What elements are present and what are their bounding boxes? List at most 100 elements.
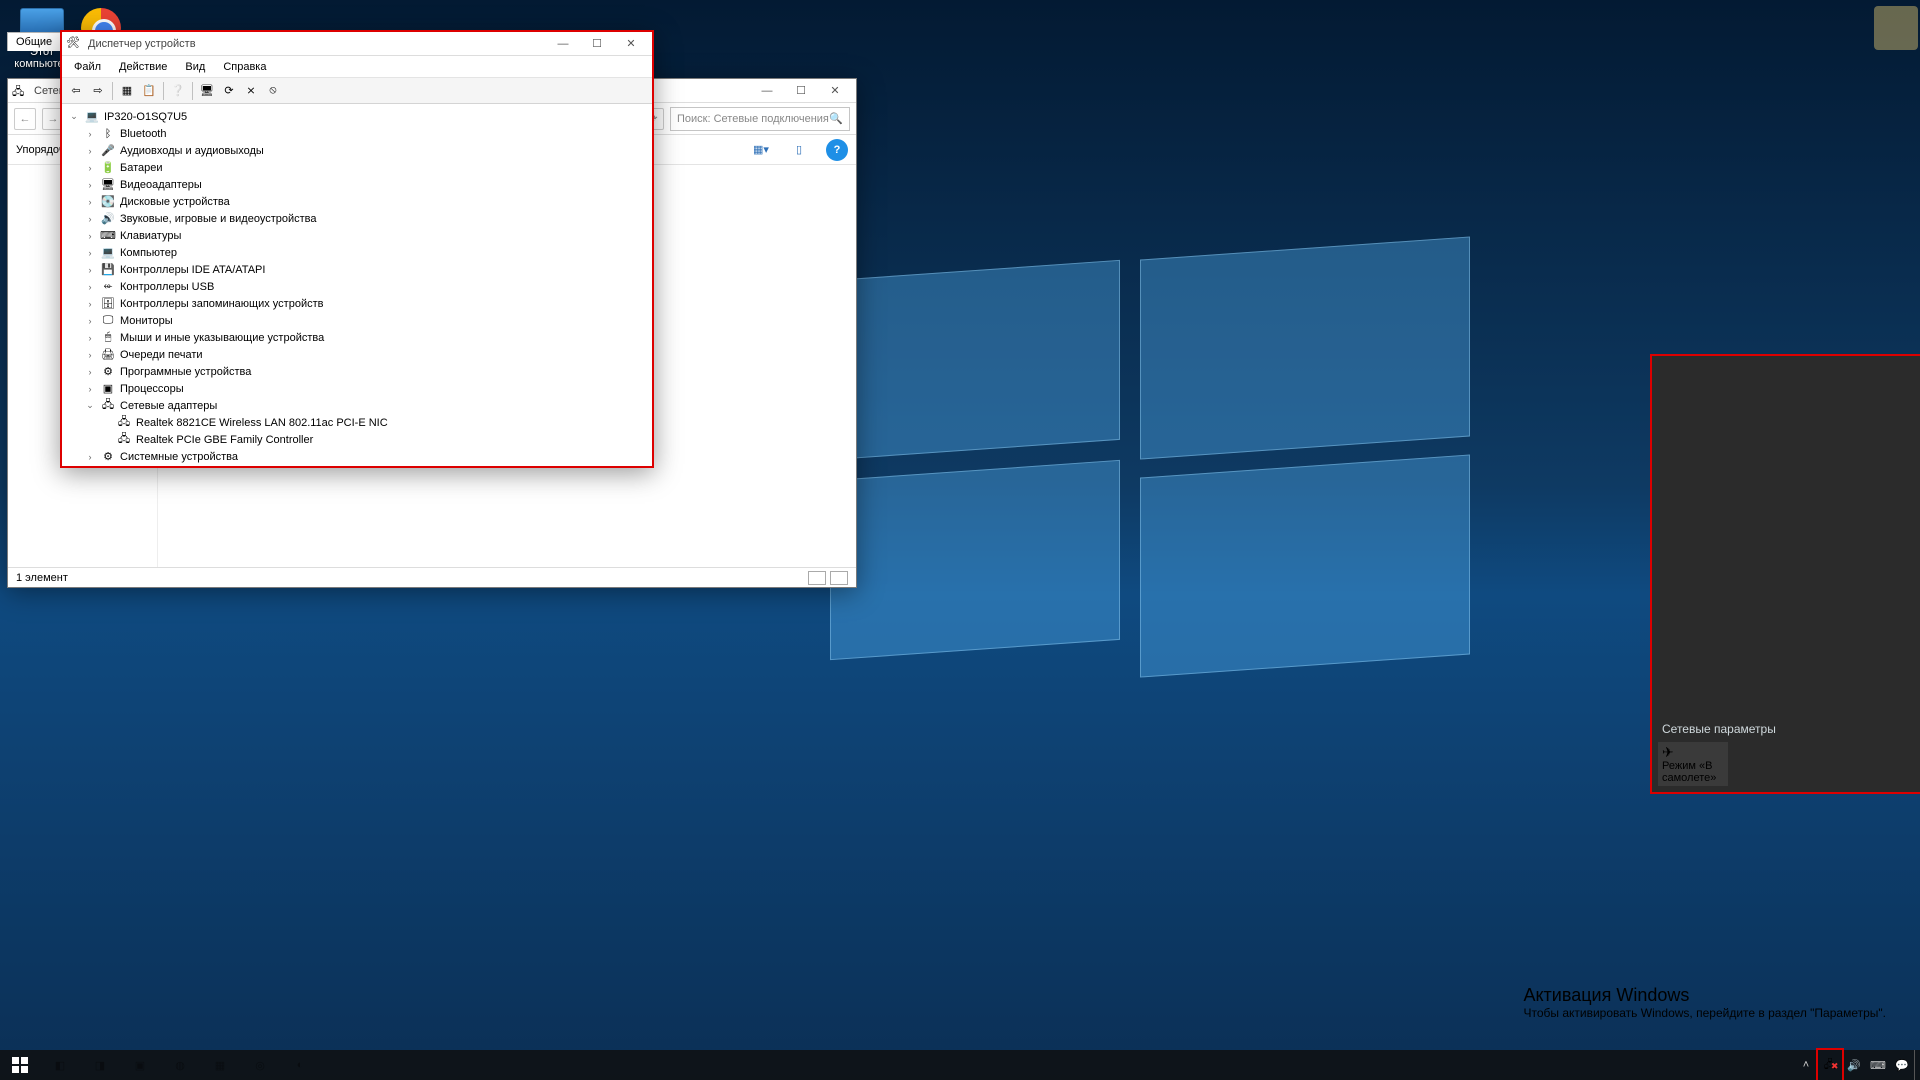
- expand-toggle-icon[interactable]: ⌄: [68, 111, 80, 122]
- view-options-button[interactable]: ▦▾: [750, 139, 772, 161]
- device-manager-window[interactable]: 🛠 Диспетчер устройств — ☐ ✕ ФайлДействие…: [60, 30, 654, 468]
- help-button[interactable]: ?: [826, 139, 848, 161]
- tree-node[interactable]: ⌄💻IP320-O1SQ7U5: [68, 108, 652, 125]
- tree-node[interactable]: ⌄🖧Сетевые адаптеры: [68, 397, 652, 414]
- expand-toggle-icon[interactable]: ›: [84, 384, 96, 394]
- tree-node[interactable]: ›🎤Аудиовходы и аудиовыходы: [68, 142, 652, 159]
- minimize-button[interactable]: —: [750, 80, 784, 102]
- tray-action-center-icon[interactable]: 💬: [1890, 1050, 1914, 1080]
- device-tree[interactable]: ⌄💻IP320-O1SQ7U5›ᛒBluetooth›🎤Аудиовходы и…: [62, 104, 652, 466]
- close-button[interactable]: ✕: [614, 33, 648, 55]
- view-details-button[interactable]: [808, 571, 826, 585]
- expand-toggle-icon[interactable]: ›: [84, 214, 96, 224]
- bat-icon: 🔋: [100, 161, 116, 175]
- titlebar[interactable]: 🛠 Диспетчер устройств — ☐ ✕: [62, 32, 652, 56]
- nav-back-icon[interactable]: ⇦: [66, 81, 86, 101]
- tree-node[interactable]: ›💻Компьютер: [68, 244, 652, 261]
- expand-toggle-icon[interactable]: ›: [84, 197, 96, 207]
- tree-node-label: Очереди печати: [120, 349, 203, 361]
- expand-toggle-icon[interactable]: ›: [84, 146, 96, 156]
- tree-node[interactable]: 🖧Realtek 8821CE Wireless LAN 802.11ac PC…: [68, 414, 652, 431]
- tree-node[interactable]: ›💽Дисковые устройства: [68, 193, 652, 210]
- expand-toggle-icon[interactable]: ›: [84, 248, 96, 258]
- expand-toggle-icon[interactable]: ›: [84, 316, 96, 326]
- tree-node[interactable]: ›🔋Батареи: [68, 159, 652, 176]
- minimize-button[interactable]: —: [546, 33, 580, 55]
- expand-toggle-icon[interactable]: ›: [84, 231, 96, 241]
- expand-toggle-icon[interactable]: ›: [84, 350, 96, 360]
- network-flyout[interactable]: Сетевые параметры ✈ Режим «В самолете»: [1652, 356, 1920, 792]
- tree-node[interactable]: ›🖨Очереди печати: [68, 346, 652, 363]
- tree-node[interactable]: ›⚙Программные устройства: [68, 363, 652, 380]
- disable-icon[interactable]: ⦸: [263, 81, 283, 101]
- tree-node-label: Контроллеры запоминающих устройств: [120, 298, 323, 310]
- nav-fwd-icon[interactable]: ⇨: [88, 81, 108, 101]
- tab-Общие[interactable]: Общие: [7, 32, 61, 51]
- tree-node[interactable]: ›🖱Мыши и иные указывающие устройства: [68, 329, 652, 346]
- expand-toggle-icon[interactable]: ›: [84, 333, 96, 343]
- expand-toggle-icon[interactable]: ›: [84, 163, 96, 173]
- tree-node[interactable]: ›⌨Клавиатуры: [68, 227, 652, 244]
- soft-icon: ⚙: [100, 365, 116, 379]
- close-button[interactable]: ✕: [818, 80, 852, 102]
- show-hidden-icon[interactable]: ▦: [117, 81, 137, 101]
- expand-toggle-icon[interactable]: ›: [84, 452, 96, 462]
- help-icon[interactable]: ❔: [168, 81, 188, 101]
- system-tray[interactable]: ˄ 🖧✖ 🔊 ⌨ 💬: [1794, 1050, 1920, 1080]
- maximize-button[interactable]: ☐: [580, 33, 614, 55]
- menu-item[interactable]: Вид: [177, 59, 213, 75]
- expand-toggle-icon[interactable]: ›: [84, 282, 96, 292]
- search-input[interactable]: Поиск: Сетевые подключения 🔍: [670, 107, 850, 131]
- start-button[interactable]: [0, 1050, 40, 1080]
- taskbar-app[interactable]: ◍: [160, 1050, 200, 1080]
- maximize-button[interactable]: ☐: [784, 80, 818, 102]
- menu-item[interactable]: Справка: [215, 59, 274, 75]
- preview-pane-button[interactable]: ▯: [788, 139, 810, 161]
- tree-node[interactable]: ›▣Процессоры: [68, 380, 652, 397]
- tree-node[interactable]: ›⬰Контроллеры USB: [68, 278, 652, 295]
- network-settings-link[interactable]: Сетевые параметры: [1662, 722, 1776, 736]
- tree-node[interactable]: ›🖵Мониторы: [68, 312, 652, 329]
- taskbar-app[interactable]: ◨: [80, 1050, 120, 1080]
- expand-toggle-icon[interactable]: ›: [84, 299, 96, 309]
- expand-toggle-icon[interactable]: ⌄: [84, 400, 96, 411]
- view-icons-button[interactable]: [830, 571, 848, 585]
- tree-node[interactable]: ›🔊Звуковые, игровые и видеоустройства: [68, 210, 652, 227]
- tree-node[interactable]: 🖧Realtek PCIe GBE Family Controller: [68, 431, 652, 448]
- taskbar-app[interactable]: ◧: [40, 1050, 80, 1080]
- expand-toggle-icon[interactable]: ›: [84, 265, 96, 275]
- tree-node-label: Bluetooth: [120, 128, 166, 140]
- expand-toggle-icon[interactable]: ›: [84, 180, 96, 190]
- cpu-icon: ▣: [100, 382, 116, 396]
- pc-icon: 💻: [84, 110, 100, 124]
- properties-icon[interactable]: 📋: [139, 81, 159, 101]
- taskbar-app[interactable]: ◐: [280, 1050, 320, 1080]
- airplane-mode-tile[interactable]: ✈ Режим «В самолете»: [1658, 742, 1728, 786]
- show-desktop-button[interactable]: [1914, 1050, 1920, 1080]
- pc-icon: 💻: [100, 246, 116, 260]
- menu-bar[interactable]: ФайлДействиеВидСправка: [62, 56, 652, 78]
- scan-hardware-icon[interactable]: 🖥: [197, 81, 217, 101]
- menu-item[interactable]: Файл: [66, 59, 109, 75]
- tray-input-icon[interactable]: ⌨: [1866, 1050, 1890, 1080]
- tree-node[interactable]: ›🗄Контроллеры запоминающих устройств: [68, 295, 652, 312]
- taskbar-app[interactable]: ▣: [120, 1050, 160, 1080]
- taskbar[interactable]: ◧ ◨ ▣ ◍ ▦ ◎ ◐ ˄ 🖧✖ 🔊 ⌨ 💬: [0, 1050, 1920, 1080]
- taskbar-app[interactable]: ▦: [200, 1050, 240, 1080]
- tray-chevron-up-icon[interactable]: ˄: [1794, 1050, 1818, 1080]
- menu-item[interactable]: Действие: [111, 59, 175, 75]
- tree-node[interactable]: ›⚙Системные устройства: [68, 448, 652, 465]
- back-button[interactable]: ←: [14, 108, 36, 130]
- tree-node[interactable]: ›ᛒBluetooth: [68, 125, 652, 142]
- tree-node[interactable]: ›🖥Видеоадаптеры: [68, 176, 652, 193]
- organize-button[interactable]: Упорядоч: [16, 144, 65, 156]
- tree-node[interactable]: ›🖱Устройства HID (Human Interface Device…: [68, 465, 652, 466]
- tree-node[interactable]: ›💾Контроллеры IDE ATA/ATAPI: [68, 261, 652, 278]
- uninstall-icon[interactable]: ⨯: [241, 81, 261, 101]
- update-driver-icon[interactable]: ⟳: [219, 81, 239, 101]
- tray-volume-icon[interactable]: 🔊: [1842, 1050, 1866, 1080]
- expand-toggle-icon[interactable]: ›: [84, 129, 96, 139]
- taskbar-app[interactable]: ◎: [240, 1050, 280, 1080]
- tray-network-error-icon[interactable]: 🖧✖: [1818, 1050, 1842, 1080]
- expand-toggle-icon[interactable]: ›: [84, 367, 96, 377]
